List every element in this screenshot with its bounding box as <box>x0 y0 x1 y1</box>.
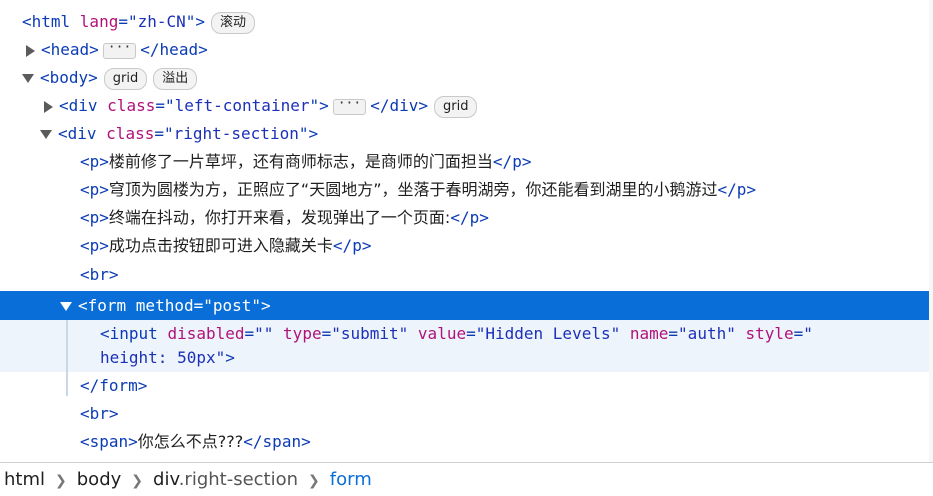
div-attr-value: right-section <box>173 124 299 143</box>
p-tag-open: <p> <box>80 152 109 171</box>
div-attr-eq: =" <box>155 96 175 115</box>
head-tag-close: </head> <box>140 40 208 59</box>
grid-badge[interactable]: grid <box>434 95 478 118</box>
p-tag-open: <p> <box>80 180 109 199</box>
p-tag-open: <p> <box>80 208 109 227</box>
node-form-end[interactable]: </form> <box>0 372 933 400</box>
node-br[interactable]: <br> <box>0 261 933 289</box>
p-text: 终端在抖动，你打开来看，发现弹出了一个页面: <box>108 208 451 227</box>
p-tag-close: </p> <box>450 208 489 227</box>
form-attr-value: post <box>212 296 252 315</box>
form-attr-method: method <box>135 296 194 315</box>
breadcrumb: html ❯ body ❯ div.right-section ❯ form <box>0 462 933 492</box>
input-style-endquote: " <box>215 348 226 367</box>
form-attr-eq: =" <box>193 296 213 315</box>
p-tag-close: </p> <box>717 180 757 199</box>
br-tag: <br> <box>80 265 119 284</box>
node-p2[interactable]: <p>穹顶为圆楼为方，正照应了“天圆地方”，坐落于春明湖旁，你还能看到湖里的小鹅… <box>0 176 933 204</box>
chevron-right-icon: ❯ <box>131 473 144 489</box>
node-p1[interactable]: <p>楼前修了一片草坪，还有商师标志，是商师的门面担当</p> <box>0 148 933 176</box>
node-p3[interactable]: <p>终端在抖动，你打开来看，发现弹出了一个页面:</p> <box>0 204 933 232</box>
html-tag-open: <html <box>22 12 80 31</box>
input-tag-close: > <box>225 348 235 367</box>
input-attr-name: name <box>629 324 669 343</box>
collapsed-ellipsis-icon[interactable]: ··· <box>332 97 367 115</box>
collapsed-ellipsis-icon[interactable]: ··· <box>102 41 137 59</box>
form-end-tag: </form> <box>80 376 148 395</box>
collapse-arrow-icon[interactable] <box>40 130 52 139</box>
chevron-right-icon: ❯ <box>308 473 320 489</box>
html-tag-close: "> <box>185 12 206 31</box>
node-span[interactable]: <span>你怎么不点???</span> <box>0 428 933 456</box>
node-left-container[interactable]: <div class="left-container"> ··· </div> gri… <box>0 92 933 120</box>
collapse-arrow-icon[interactable] <box>60 302 72 311</box>
input-attr-value-value: "Hidden Levels" <box>475 324 621 343</box>
node-head[interactable]: <head> ··· </head> <box>0 36 933 64</box>
input-style-value: height: 50px <box>100 348 216 367</box>
div-attr-class: class <box>107 96 156 115</box>
span-tag-open: <span> <box>80 432 138 451</box>
body-tag: <body> <box>40 68 98 87</box>
node-body[interactable]: <body> grid 溢出 <box>0 64 933 92</box>
input-attr-name-value: "auth" <box>678 324 736 343</box>
breadcrumb-div-tag: div <box>153 469 179 490</box>
node-p4[interactable]: <p>成功点击按钮即可进入隐藏关卡</p> <box>0 232 933 260</box>
input-attr-disabled-value: "" <box>254 324 274 343</box>
input-attr-disabled: disabled <box>167 324 245 343</box>
breadcrumb-div-class: .right-section <box>178 469 299 490</box>
span-tag-close: </span> <box>243 432 311 451</box>
expand-arrow-icon[interactable] <box>26 44 35 57</box>
input-attr-style-quote: " <box>803 324 813 343</box>
collapse-arrow-icon[interactable] <box>22 74 34 83</box>
html-attr-eq: =" <box>118 12 138 31</box>
p-tag-open: <p> <box>80 236 109 255</box>
grid-badge[interactable]: grid <box>103 67 148 90</box>
input-attr-type-value: "submit" <box>331 324 409 343</box>
input-attr-value: value <box>417 324 467 343</box>
form-tag-open: <form <box>78 296 136 315</box>
div-tag-open: <div <box>58 124 107 143</box>
div-tag-open: <div <box>59 96 108 115</box>
p-text: 楼前修了一片草坪，还有商师标志，是商师的门面担当 <box>108 152 493 171</box>
p-tag-close: </p> <box>332 236 372 255</box>
scrollbar[interactable] <box>929 0 933 462</box>
breadcrumb-form[interactable]: form <box>330 469 372 490</box>
breadcrumb-div[interactable]: div.right-section <box>153 469 298 490</box>
node-html[interactable]: <html lang="zh-CN"> 滚动 <box>0 8 933 36</box>
input-attr-type: type <box>283 324 322 343</box>
p-text: 成功点击按钮即可进入隐藏关卡 <box>108 236 333 255</box>
html-attr-value: zh-CN <box>137 12 186 31</box>
node-br[interactable]: <br> <box>0 400 933 428</box>
span-text: 你怎么不点??? <box>137 432 244 451</box>
chevron-right-icon: ❯ <box>55 473 67 489</box>
breadcrumb-body[interactable]: body <box>77 469 122 490</box>
node-form-selected[interactable]: <form method="post"> <box>0 291 933 320</box>
br-tag: <br> <box>80 404 119 423</box>
html-attr-lang: lang <box>79 12 119 31</box>
form-tag-close: "> <box>251 296 271 315</box>
div-attr-class: class <box>106 124 155 143</box>
breadcrumb-items: html ❯ body ❯ div.right-section ❯ form <box>4 465 372 496</box>
p-text: 穹顶为圆楼为方，正照应了“天圆地方”，坐落于春明湖旁，你还能看到湖里的小鹅游过 <box>108 180 718 199</box>
div-end-tag: </div> <box>370 96 429 115</box>
div-attr-eq: =" <box>154 124 174 143</box>
head-tag-open: <head> <box>41 40 99 59</box>
input-tag-open: <input <box>100 324 168 343</box>
p-tag-close: </p> <box>492 152 532 171</box>
div-tag-close: "> <box>298 124 319 143</box>
scroll-badge[interactable]: 滚动 <box>211 11 256 34</box>
div-tag-close: "> <box>309 96 329 115</box>
node-right-section[interactable]: <div class="right-section"> <box>0 120 933 148</box>
breadcrumb-html[interactable]: html <box>4 469 45 490</box>
expand-arrow-icon[interactable] <box>44 100 53 113</box>
node-input-cont[interactable]: height: 50px"> <box>0 344 933 372</box>
overflow-badge[interactable]: 溢出 <box>153 67 198 90</box>
input-attr-style: style <box>745 324 794 343</box>
div-attr-value: left-container <box>174 96 310 115</box>
